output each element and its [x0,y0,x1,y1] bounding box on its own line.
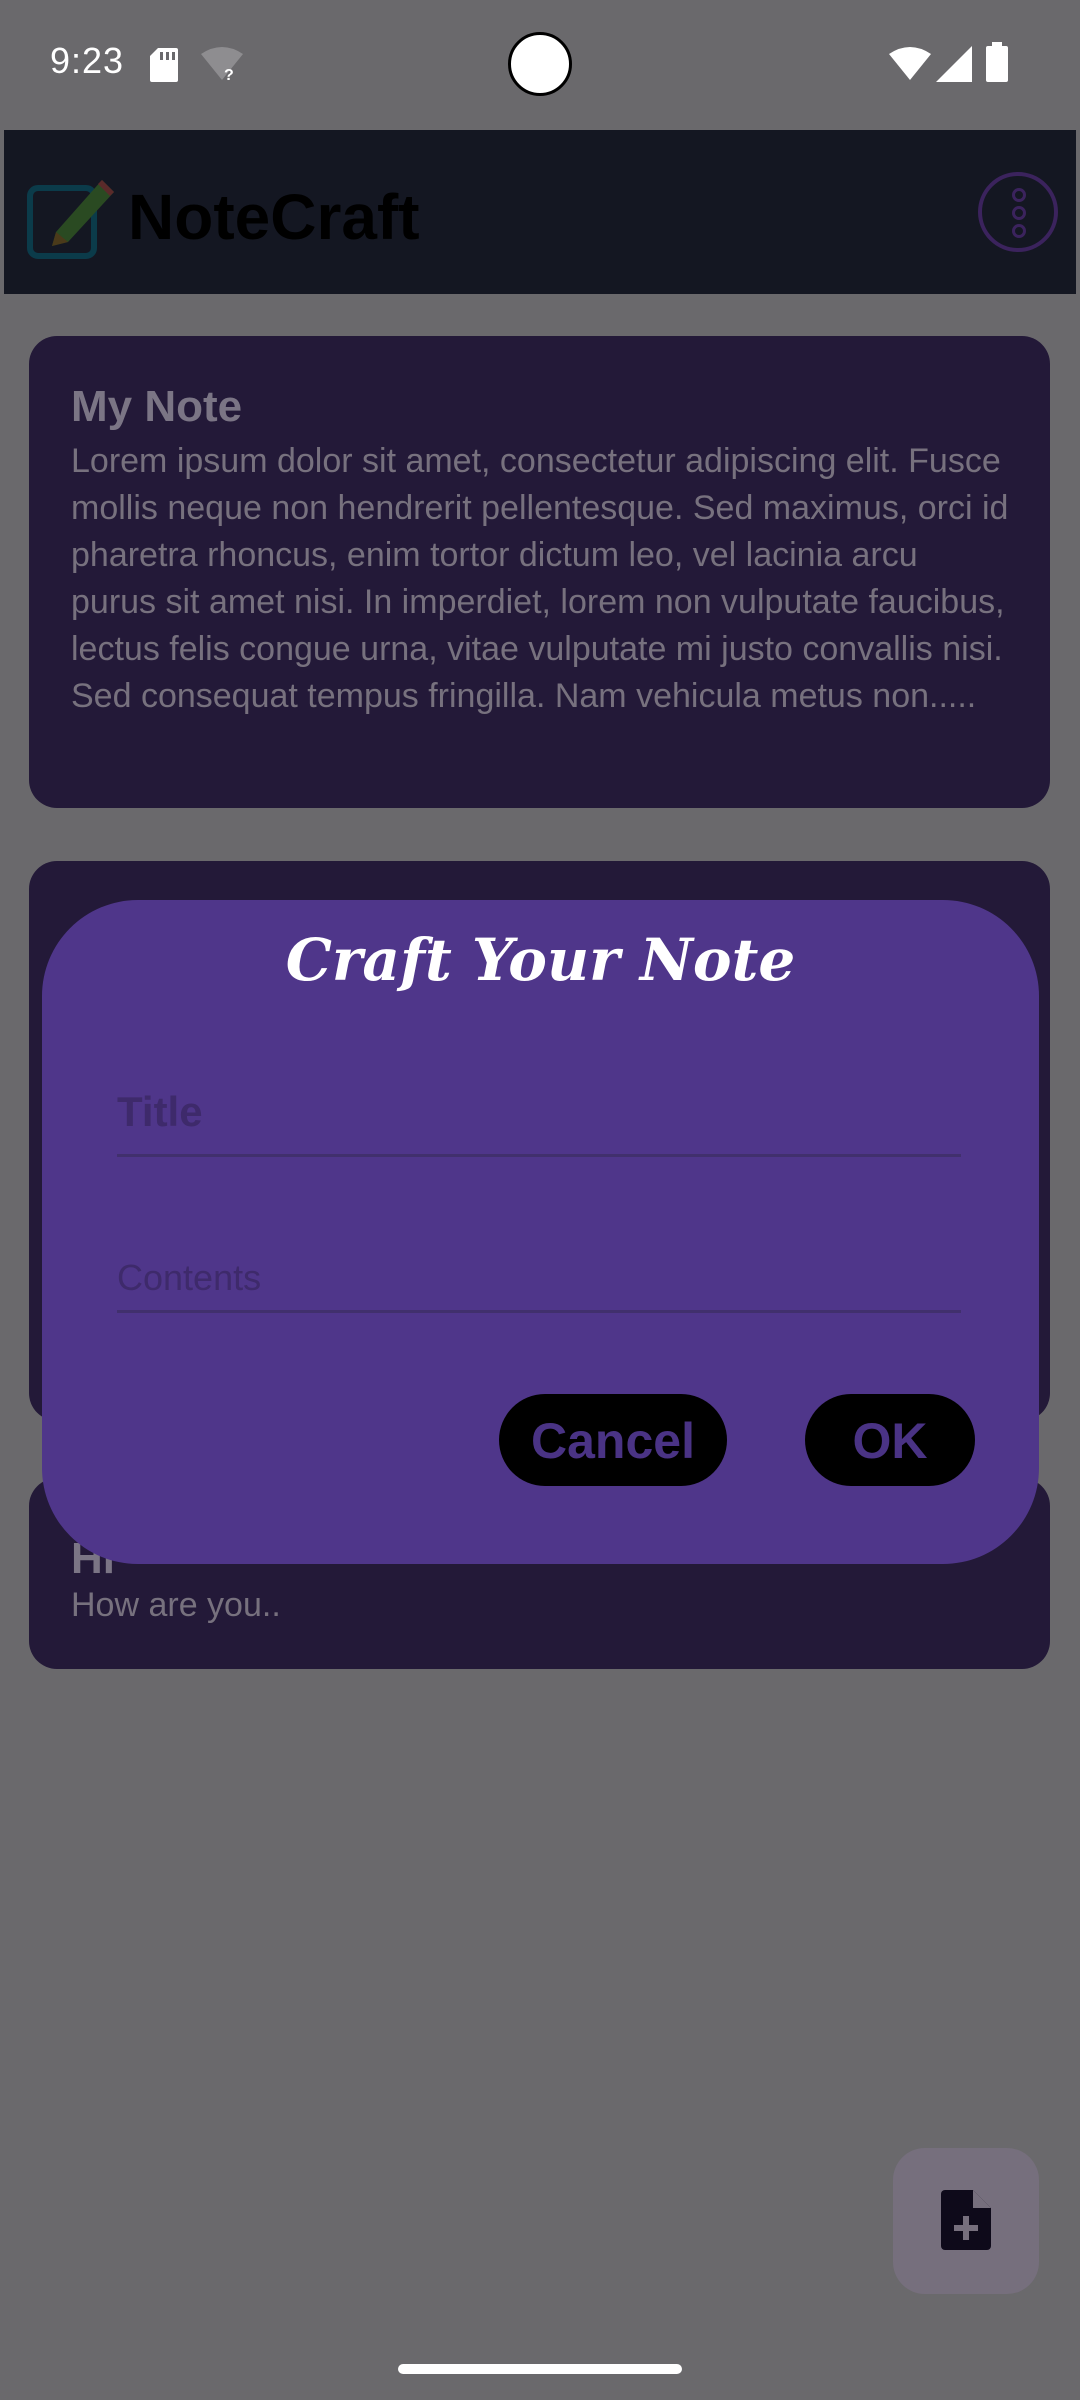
more-vert-icon-dot [1012,224,1026,238]
wifi-icon [889,47,931,80]
ok-button[interactable]: OK [805,1394,975,1486]
note-body: How are you.. [71,1586,281,1624]
dialog-title: Craft Your Note [285,926,796,994]
battery-icon [986,42,1008,82]
contents-input[interactable] [117,1250,961,1306]
camera-cutout [508,32,572,96]
note-add-icon [941,2190,991,2250]
title-field [117,1080,961,1157]
svg-text:?: ? [224,67,234,82]
app-title: NoteCraft [128,181,420,253]
home-indicator[interactable] [398,2364,682,2374]
add-note-button[interactable] [893,2148,1039,2294]
note-card[interactable]: My Note Lorem ipsum dolor sit amet, cons… [29,336,1050,808]
status-bar: 9:23 ? [0,0,1080,128]
status-time: 9:23 [50,40,125,81]
title-input[interactable] [117,1080,961,1144]
sd-card-icon [150,48,178,82]
edit-note-icon [27,180,114,259]
note-body: Lorem ipsum dolor sit amet, consectetur … [71,442,1009,715]
app-bar: NoteCraft [4,130,1076,294]
more-vert-icon [1012,188,1026,202]
cancel-button[interactable]: Cancel [499,1394,727,1486]
signal-icon [936,46,972,82]
new-note-dialog: Craft Your Note Cancel OK [42,900,1039,1564]
more-vert-icon-dot [1012,206,1026,220]
overflow-menu-button[interactable] [978,172,1058,252]
wifi-unknown-icon: ? [201,47,243,82]
note-title: My Note [71,382,243,431]
contents-field [117,1250,961,1313]
